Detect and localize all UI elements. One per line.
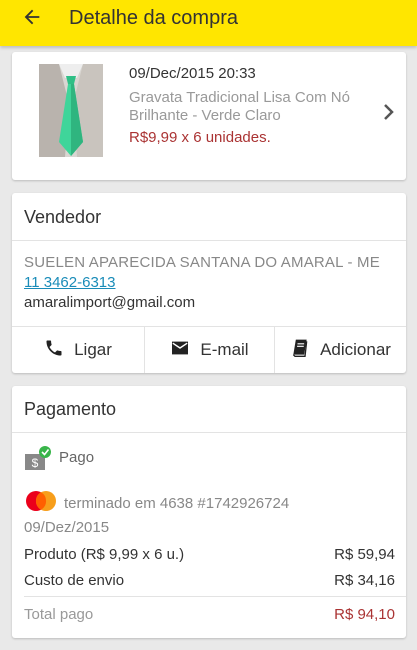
payment-status: $ Pago bbox=[24, 446, 94, 477]
payment-title: Pagamento bbox=[24, 399, 117, 419]
app-bar: Detalhe da compra bbox=[0, 0, 417, 46]
total-label: Total pago bbox=[24, 606, 94, 623]
email-label: E-mail bbox=[200, 340, 249, 359]
product-name: Gravata Tradicional Lisa Com Nó Brilhant… bbox=[129, 89, 350, 124]
seller-name: SUELEN APARECIDA SANTANA DO AMARAL - ME bbox=[24, 254, 380, 271]
divider bbox=[24, 596, 406, 597]
product-cost-value: R$ 59,94 bbox=[334, 546, 395, 563]
call-button[interactable]: Ligar bbox=[12, 327, 144, 373]
back-button[interactable] bbox=[0, 0, 64, 46]
paid-money-icon: $ bbox=[24, 446, 52, 477]
shipping-cost-row: Custo de envio R$ 34,16 bbox=[24, 572, 395, 589]
divider bbox=[12, 432, 406, 433]
product-cost-row: Produto (R$ 9,99 x 6 u.) R$ 59,94 bbox=[24, 546, 395, 563]
payment-date: 09/Dez/2015 bbox=[24, 519, 110, 536]
payment-status-label: Pago bbox=[59, 449, 95, 466]
product-card[interactable]: 09/Dec/2015 20:33 Gravata Tradicional Li… bbox=[12, 52, 406, 180]
mail-icon bbox=[170, 340, 190, 361]
product-cost-label: Produto (R$ 9,99 x 6 u.) bbox=[24, 546, 185, 563]
shipping-cost-value: R$ 34,16 bbox=[334, 572, 395, 589]
seller-email: amaralimport@gmail.com bbox=[24, 294, 196, 311]
email-button[interactable]: E-mail bbox=[144, 327, 274, 373]
product-price: R$9,99 x 6 unidades. bbox=[129, 129, 271, 146]
add-label: Adicionar bbox=[320, 340, 391, 359]
arrow-left-icon bbox=[21, 9, 43, 33]
book-icon bbox=[290, 338, 310, 363]
product-image bbox=[39, 64, 103, 157]
svg-text:$: $ bbox=[32, 456, 39, 470]
seller-card: Vendedor SUELEN APARECIDA SANTANA DO AMA… bbox=[12, 193, 406, 373]
page-title: Detalhe da compra bbox=[69, 6, 238, 29]
seller-title: Vendedor bbox=[24, 207, 102, 227]
total-row: Total pago R$ 94,10 bbox=[24, 606, 395, 623]
seller-phone-link[interactable]: 11 3462-6313 bbox=[24, 273, 380, 293]
total-value: R$ 94,10 bbox=[334, 606, 395, 623]
purchase-date: 09/Dec/2015 20:33 bbox=[129, 65, 256, 82]
phone-icon bbox=[44, 338, 64, 363]
payment-card: Pagamento $ Pago terminado em 4638 #1742… bbox=[12, 386, 406, 638]
call-label: Ligar bbox=[74, 340, 112, 359]
shipping-cost-label: Custo de envio bbox=[24, 572, 125, 589]
add-contact-button[interactable]: Adicionar bbox=[274, 327, 406, 373]
mastercard-icon bbox=[24, 490, 58, 518]
divider bbox=[12, 240, 406, 241]
chevron-right-icon bbox=[382, 102, 396, 122]
seller-actions: Ligar E-mail Adicionar bbox=[12, 326, 406, 373]
card-info: terminado em 4638 #1742926724 bbox=[64, 495, 290, 512]
